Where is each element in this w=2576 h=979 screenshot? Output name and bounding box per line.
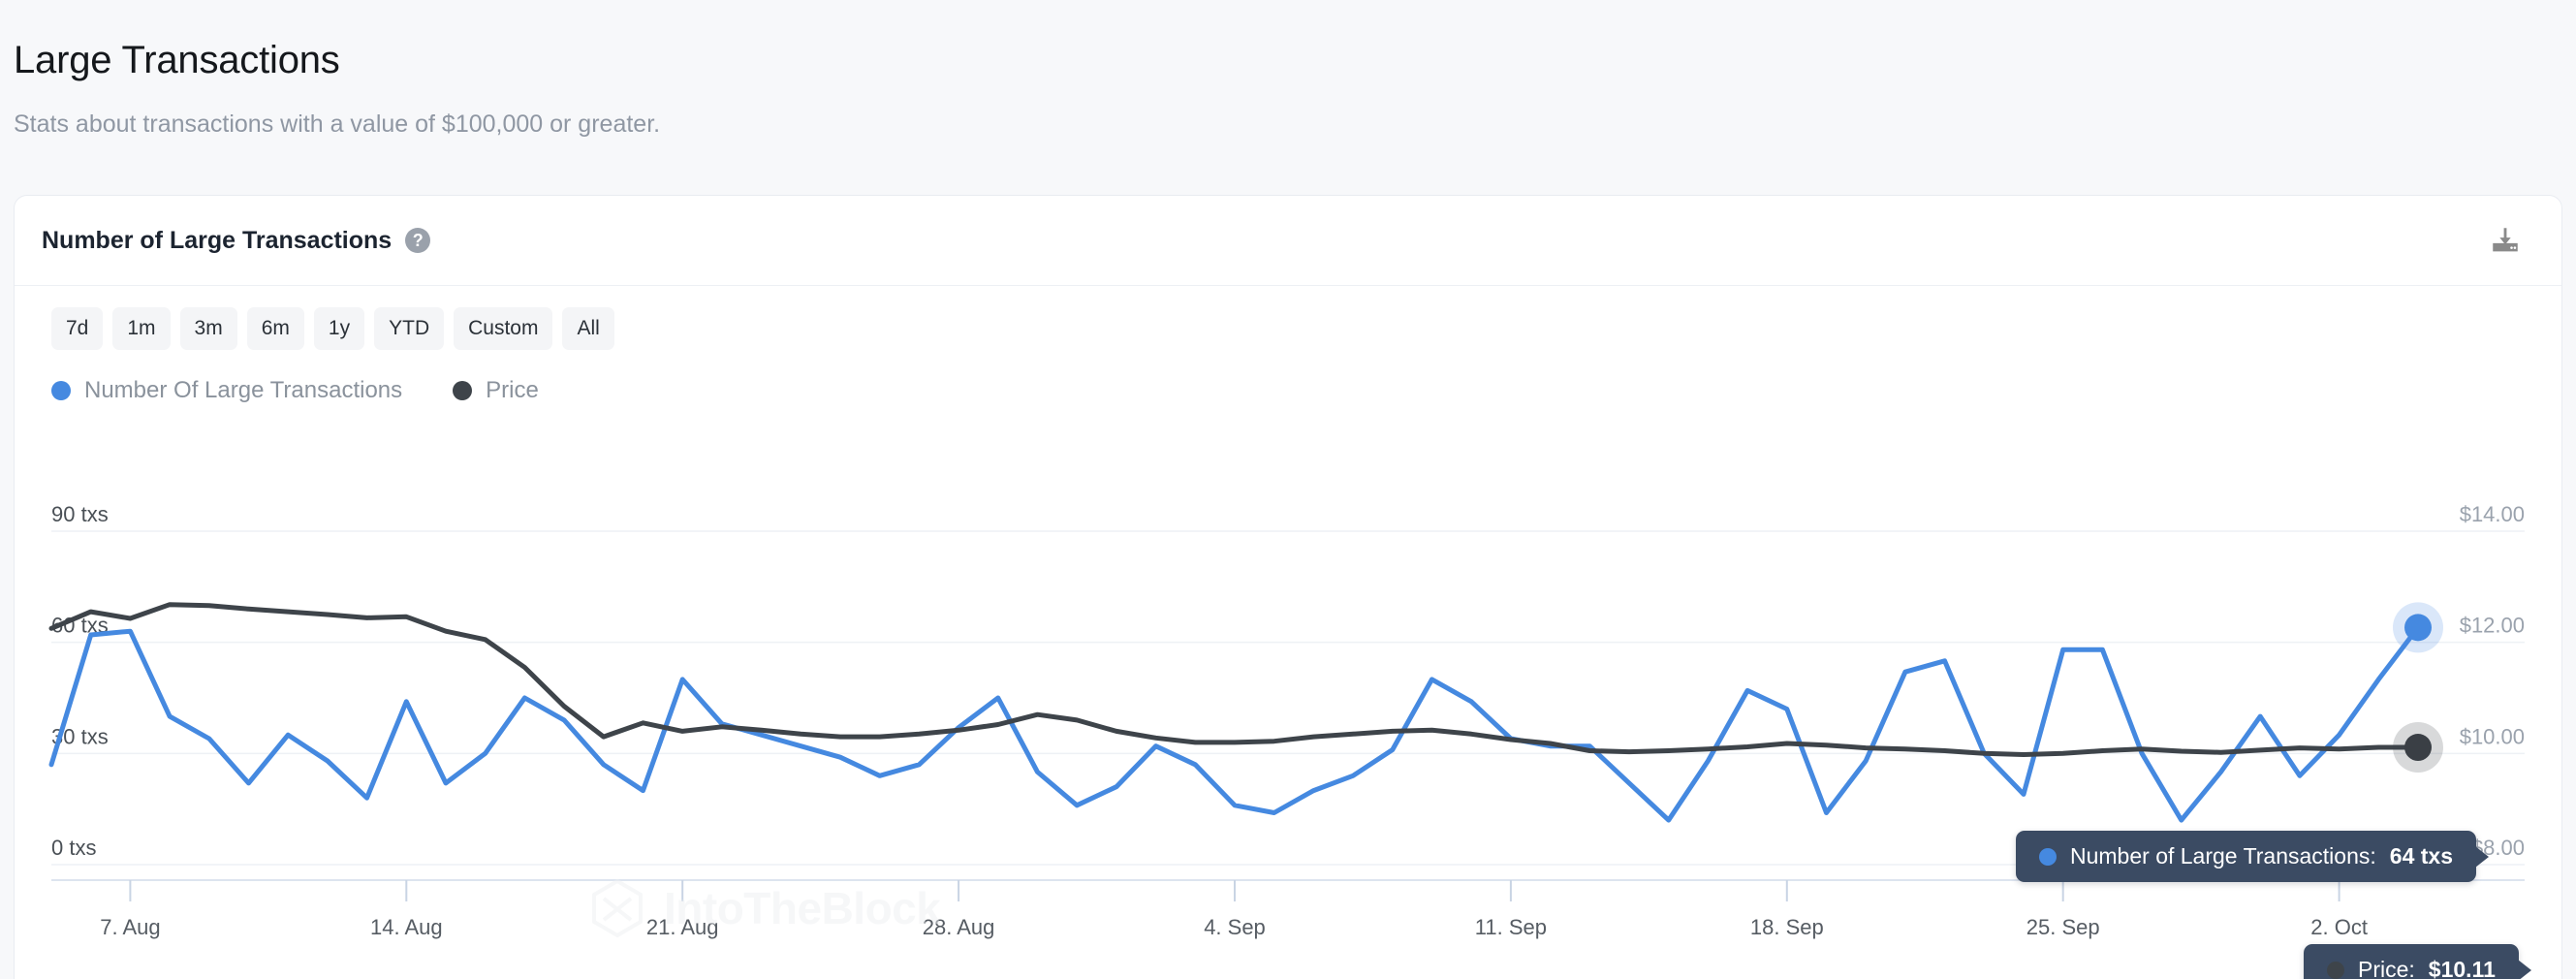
tooltip-label: Price: (2358, 957, 2415, 979)
x-axis-tick: 4. Sep (1204, 915, 1266, 939)
legend-label: Price (486, 377, 539, 404)
tooltip-dot-icon (2039, 847, 2057, 866)
range-button-ytd[interactable]: YTD (374, 307, 445, 351)
y-axis-left-tick: 0 txs (51, 836, 96, 860)
tooltip-value: $10.11 (2428, 957, 2496, 979)
range-button-3m[interactable]: 3m (179, 307, 237, 351)
y-axis-right-tick: $12.00 (2460, 614, 2525, 638)
card-title: Number of Large Transactions (42, 226, 393, 254)
legend-label: Number Of Large Transactions (84, 377, 403, 404)
x-axis-tick: 25. Sep (2026, 915, 2100, 939)
chart-legend: Number Of Large Transactions Price (15, 350, 2561, 404)
card-title-wrap: Number of Large Transactions ? (42, 226, 431, 255)
x-axis-tick: 11. Sep (1475, 915, 1547, 939)
focus-marker-price (2404, 734, 2432, 762)
y-axis-left-tick: 90 txs (51, 502, 109, 526)
series-line-transactions (48, 624, 2421, 823)
chart-plot-area[interactable]: 0 txs $8.00 30 txs $10.00 60 txs $12.00 90 txs… (15, 487, 2562, 979)
tooltip-value: 64 txs (2389, 843, 2453, 868)
tooltip-dot-icon (2327, 961, 2344, 979)
legend-item-price[interactable]: Price (453, 377, 539, 404)
y-axis-right-tick: $10.00 (2460, 724, 2525, 748)
page-title: Large Transactions (14, 39, 340, 81)
page-root: Large Transactions Stats about transacti… (0, 0, 2576, 979)
tooltip-price: Price: $10.11 (2304, 944, 2531, 979)
range-button-1y[interactable]: 1y (313, 307, 365, 351)
tooltip-transactions: Number of Large Transactions: 64 txs (2016, 831, 2489, 882)
range-button-7d[interactable]: 7d (51, 307, 104, 351)
chart-svg[interactable]: 0 txs $8.0030 txs $10.0060 txs $12.0090 txs… (15, 487, 2562, 979)
x-axis-tick: 28. Aug (923, 915, 995, 939)
x-axis-tick: 18. Sep (1750, 915, 1824, 939)
x-axis-tick: 14. Aug (370, 915, 443, 939)
x-axis-tick: 7. Aug (100, 915, 160, 939)
download-icon[interactable] (2484, 219, 2527, 262)
x-axis-tick: 2. Oct (2310, 915, 2368, 939)
tooltip-label: Number of Large Transactions: (2070, 843, 2376, 868)
focus-marker-transactions (2404, 614, 2432, 642)
tooltip-arrow-icon (2517, 959, 2531, 979)
legend-dot-icon (51, 381, 71, 401)
series-line-price (48, 602, 2421, 757)
range-selector: 7d 1m 3m 6m 1y YTD Custom All (15, 286, 2561, 351)
chart-card: Number of Large Transactions ? 7d 1m 3m … (14, 195, 2562, 979)
x-axis-tick: 21. Aug (646, 915, 719, 939)
card-header: Number of Large Transactions ? (15, 196, 2561, 286)
page-subtitle: Stats about transactions with a value of… (14, 111, 661, 138)
range-button-6m[interactable]: 6m (246, 307, 304, 351)
page-header: Large Transactions Stats about transacti… (0, 0, 2576, 139)
legend-item-transactions[interactable]: Number Of Large Transactions (51, 377, 402, 404)
range-button-1m[interactable]: 1m (112, 307, 171, 351)
range-button-custom[interactable]: Custom (454, 307, 553, 351)
tooltip-arrow-icon (2475, 845, 2489, 868)
legend-dot-icon (453, 381, 473, 401)
question-mark-icon[interactable]: ? (405, 228, 431, 253)
range-button-all[interactable]: All (562, 307, 614, 351)
y-axis-right-tick: $14.00 (2460, 502, 2525, 526)
